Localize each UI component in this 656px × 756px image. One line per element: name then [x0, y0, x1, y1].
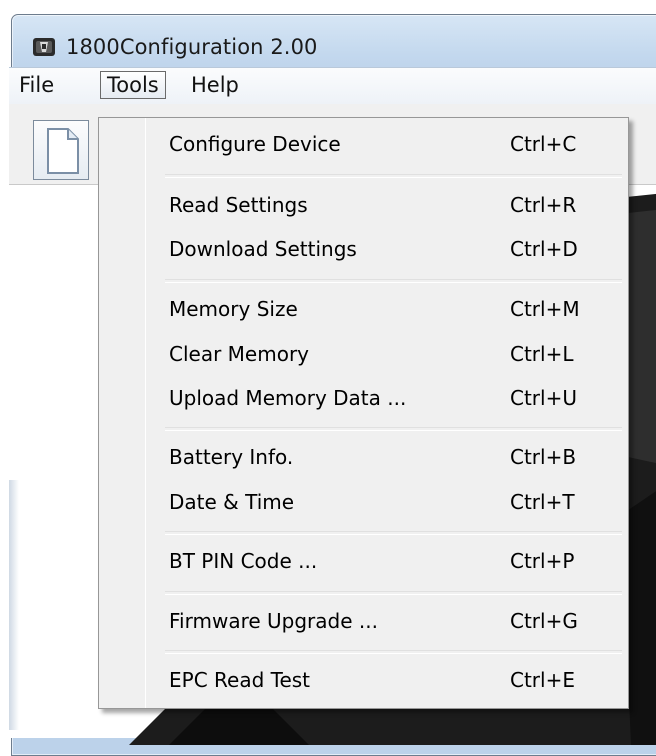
menu-item-label: Configure Device	[169, 132, 341, 156]
menu-item-read-settings[interactable]: Read Settings Ctrl+R	[101, 185, 626, 225]
app-icon	[33, 38, 55, 56]
menu-help[interactable]: Help	[185, 71, 245, 99]
menu-item-shortcut: Ctrl+C	[510, 132, 577, 156]
menu-item-shortcut: Ctrl+M	[510, 297, 580, 321]
menu-separator	[165, 279, 622, 283]
menu-item-configure-device[interactable]: Configure Device Ctrl+C	[101, 124, 626, 164]
menu-item-epc-read-test[interactable]: EPC Read Test Ctrl+E	[101, 660, 626, 700]
menu-item-label: Battery Info.	[169, 445, 294, 469]
tools-dropdown-menu: Configure Device Ctrl+C Read Settings Ct…	[98, 117, 629, 709]
menu-separator	[165, 531, 622, 535]
menu-item-download-settings[interactable]: Download Settings Ctrl+D	[101, 229, 626, 269]
menu-item-shortcut: Ctrl+L	[510, 342, 574, 366]
menu-tools[interactable]: Tools	[100, 71, 166, 99]
menu-item-bt-pin-code[interactable]: BT PIN Code ... Ctrl+P	[101, 541, 626, 581]
menu-item-label: BT PIN Code ...	[169, 549, 318, 573]
menu-item-shortcut: Ctrl+E	[510, 668, 575, 692]
menu-item-shortcut: Ctrl+B	[510, 445, 577, 469]
menu-item-shortcut: Ctrl+P	[510, 549, 575, 573]
menu-item-upload-memory-data[interactable]: Upload Memory Data ... Ctrl+U	[101, 378, 626, 418]
menu-item-label: Memory Size	[169, 297, 298, 321]
menu-item-shortcut: Ctrl+G	[510, 609, 578, 633]
menu-item-shortcut: Ctrl+D	[510, 237, 578, 261]
menu-item-label: Firmware Upgrade ...	[169, 609, 378, 633]
menu-item-label: EPC Read Test	[169, 668, 311, 692]
menu-item-label: Date & Time	[169, 490, 295, 514]
menu-separator	[165, 650, 622, 654]
menu-item-shortcut: Ctrl+R	[510, 193, 577, 217]
menu-item-battery-info[interactable]: Battery Info. Ctrl+B	[101, 437, 626, 477]
menu-separator	[165, 174, 622, 178]
menu-item-label: Read Settings	[169, 193, 308, 217]
menu-bar: File Tools Help	[9, 67, 656, 104]
menu-item-firmware-upgrade[interactable]: Firmware Upgrade ... Ctrl+G	[101, 601, 626, 641]
menu-separator	[165, 427, 622, 431]
new-document-button[interactable]	[33, 120, 89, 180]
menu-item-label: Clear Memory	[169, 342, 309, 366]
menu-item-clear-memory[interactable]: Clear Memory Ctrl+L	[101, 334, 626, 374]
menu-item-memory-size[interactable]: Memory Size Ctrl+M	[101, 289, 626, 329]
menu-item-shortcut: Ctrl+U	[510, 386, 577, 410]
menu-separator	[165, 591, 622, 595]
title-bar[interactable]: 1800Configuration 2.00	[12, 15, 656, 75]
menu-item-label: Download Settings	[169, 237, 357, 261]
window-title: 1800Configuration 2.00	[66, 35, 318, 59]
window-edge	[9, 480, 19, 730]
menu-item-shortcut: Ctrl+T	[510, 490, 575, 514]
menu-item-label: Upload Memory Data ...	[169, 386, 407, 410]
new-document-icon	[47, 128, 79, 174]
menu-file[interactable]: File	[13, 71, 60, 99]
menu-item-date-time[interactable]: Date & Time Ctrl+T	[101, 482, 626, 522]
